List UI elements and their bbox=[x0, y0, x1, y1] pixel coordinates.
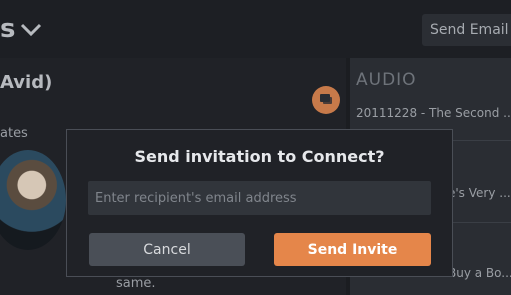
cancel-button[interactable]: Cancel bbox=[89, 233, 245, 266]
media-item[interactable]: Buy a Bo... bbox=[448, 266, 511, 280]
audio-section-label: AUDIO bbox=[356, 70, 417, 90]
profile-name: Avid) bbox=[0, 72, 53, 93]
media-item[interactable]: 20111228 - The Second ... bbox=[356, 106, 511, 120]
chevron-down-icon[interactable] bbox=[20, 22, 42, 41]
send-email-button[interactable]: Send Email bbox=[422, 14, 511, 46]
chat-icon[interactable] bbox=[312, 86, 340, 114]
email-field[interactable] bbox=[88, 181, 431, 215]
media-item[interactable]: e's Very ... bbox=[448, 186, 511, 200]
profile-text: same. bbox=[116, 276, 156, 291]
send-invite-button[interactable]: Send Invite bbox=[274, 233, 431, 266]
updates-label: ates bbox=[0, 126, 28, 141]
modal-title: Send invitation to Connect? bbox=[134, 147, 385, 166]
invite-modal: Send invitation to Connect? Cancel Send … bbox=[66, 129, 453, 277]
page-title: s bbox=[0, 14, 16, 44]
